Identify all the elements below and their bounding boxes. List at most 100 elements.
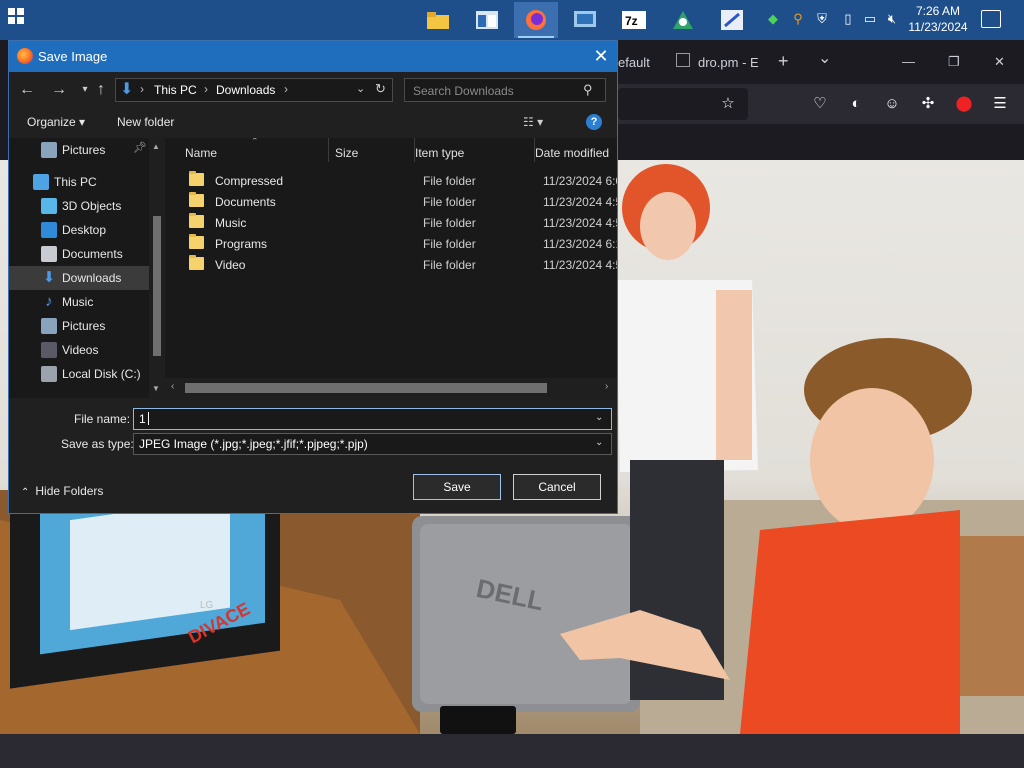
volume-muted-icon[interactable]: 🔇︎	[884, 11, 900, 27]
nav-item-this-pc[interactable]: This PC	[9, 170, 149, 194]
file-name-value: 1	[139, 412, 146, 426]
folder-icon	[189, 192, 204, 207]
nav-item-label: Local Disk (C:)	[62, 367, 141, 381]
column-header-size[interactable]: Size	[335, 138, 415, 162]
chevron-down-icon[interactable]: ⌄	[595, 437, 603, 448]
browser-tab-partial[interactable]: efault	[618, 55, 650, 70]
horizontal-scrollbar[interactable]: ‹ ›	[165, 378, 617, 398]
nav-item-videos[interactable]: Videos	[9, 338, 149, 362]
file-name-label: File name:	[74, 412, 131, 426]
column-header-date[interactable]: Date modified	[535, 138, 617, 162]
taskbar-7zip[interactable]: 7z	[612, 2, 656, 38]
tab-list-button[interactable]: ⌄	[818, 48, 831, 68]
7zip-icon: 7z	[622, 11, 646, 29]
windows-logo-icon	[8, 8, 15, 15]
account-icon[interactable]: ☺	[882, 94, 902, 114]
hide-folders-toggle[interactable]: ⌃ Hide Folders	[21, 484, 103, 498]
scroll-thumb[interactable]	[185, 383, 547, 393]
file-row[interactable]: Programs File folder 11/23/2024 6:16	[175, 233, 617, 254]
nav-item-local-disk[interactable]: Local Disk (C:)	[9, 362, 149, 386]
cancel-button[interactable]: Cancel	[513, 474, 601, 500]
ublock-icon[interactable]: ⬤	[954, 94, 974, 114]
nav-pane-scrollbar[interactable]: ▲ ▼	[149, 138, 165, 398]
new-folder-button[interactable]: New folder	[117, 115, 174, 129]
scroll-left-icon[interactable]: ‹	[171, 381, 174, 392]
taskbar-firefox[interactable]	[514, 2, 558, 38]
organize-button[interactable]: Organize ▾	[27, 115, 85, 129]
start-button[interactable]	[8, 8, 32, 32]
notification-icon[interactable]	[981, 10, 1001, 28]
dialog-close-button[interactable]: ✕	[591, 46, 611, 66]
menu-icon[interactable]: ☰	[990, 94, 1010, 114]
taskbar-app-window[interactable]	[465, 2, 509, 38]
taskbar-inkscape[interactable]	[661, 2, 705, 38]
file-type: File folder	[423, 237, 476, 251]
triangle-app-icon	[673, 11, 693, 29]
network-tray-icon[interactable]: ◆	[765, 11, 781, 27]
file-row[interactable]: Documents File folder 11/23/2024 4:55	[175, 191, 617, 212]
breadcrumb-downloads[interactable]: Downloads	[216, 83, 275, 97]
nav-item-pictures[interactable]: Pictures	[9, 314, 149, 338]
nav-item-label: Videos	[62, 343, 99, 357]
taskbar-file-explorer[interactable]	[416, 2, 460, 38]
scroll-down-icon[interactable]: ▼	[152, 384, 160, 393]
nav-item-music[interactable]: ♪ Music	[9, 290, 149, 314]
up-button[interactable]: ↑	[91, 80, 111, 100]
taskbar-remote-desktop[interactable]	[563, 2, 607, 38]
extensions-icon[interactable]: ✣	[918, 94, 938, 114]
nav-item-desktop[interactable]: Desktop	[9, 218, 149, 242]
shield-tray-icon[interactable]: ⛨	[814, 11, 830, 27]
save-as-type-label: Save as type:	[61, 437, 134, 451]
document-icon	[41, 246, 57, 262]
search-box[interactable]: Search Downloads ⚲	[404, 78, 606, 102]
window-close-button[interactable]: ✕	[994, 54, 1005, 70]
back-button[interactable]: ←	[17, 80, 37, 100]
taskbar-paint[interactable]	[710, 2, 754, 38]
search-tray-icon[interactable]: ⚲	[790, 11, 806, 27]
save-as-type-select[interactable]: JPEG Image (*.jpg;*.jpeg;*.jfif;*.pjpeg;…	[133, 433, 612, 455]
refresh-icon[interactable]: ↻	[375, 81, 386, 97]
nav-item-downloads[interactable]: ⬇ Downloads	[9, 266, 149, 290]
nav-item-3d-objects[interactable]: 3D Objects	[9, 194, 149, 218]
nav-item-documents[interactable]: Documents	[9, 242, 149, 266]
address-bar[interactable]: ⬇ › This PC › Downloads › ⌄ ↻	[115, 78, 393, 102]
save-as-type-value: JPEG Image (*.jpg;*.jpeg;*.jfif;*.pjpeg;…	[139, 437, 368, 451]
scroll-thumb[interactable]	[153, 216, 161, 356]
pocket-icon[interactable]: ♡	[810, 94, 830, 114]
bookmark-star-icon[interactable]: ☆	[718, 94, 738, 114]
file-row[interactable]: Compressed File folder 11/23/2024 6:07	[175, 170, 617, 191]
browser-tab-strip: efault dro.pm - E + ⌄ — ❐ ✕	[618, 40, 1024, 84]
forward-button[interactable]: →	[49, 80, 69, 100]
file-date: 11/23/2024 6:16	[543, 237, 617, 251]
help-icon[interactable]: ?	[586, 114, 602, 130]
usb-tray-icon[interactable]: ▯	[840, 11, 856, 27]
monitor-tray-icon[interactable]: ▭	[862, 11, 878, 27]
file-row[interactable]: Music File folder 11/23/2024 4:55	[175, 212, 617, 233]
new-tab-button[interactable]: +	[778, 51, 789, 72]
browser-tab-active[interactable]: dro.pm - E	[698, 55, 759, 70]
nav-item-pictures-pinned[interactable]: Pictures 📌︎	[9, 138, 149, 162]
folder-icon	[189, 255, 204, 270]
minimize-button[interactable]: —	[902, 54, 915, 69]
column-header-type[interactable]: Item type	[415, 138, 535, 162]
taskbar-clock[interactable]: 7:26 AM 11/23/2024	[906, 3, 970, 35]
address-dropdown-icon[interactable]: ⌄	[356, 82, 365, 95]
file-name: Music	[215, 216, 247, 230]
chevron-down-icon[interactable]: ⌄	[595, 412, 603, 423]
view-options-button[interactable]: ☷ ▾	[523, 115, 543, 129]
scroll-right-icon[interactable]: ›	[605, 381, 608, 392]
breadcrumb-this-pc[interactable]: This PC	[154, 83, 197, 97]
extension-circle-icon[interactable]: ◐	[846, 94, 866, 114]
save-button[interactable]: Save	[413, 474, 501, 500]
nav-item-label: This PC	[54, 175, 97, 189]
file-name-input[interactable]: 1 ⌄	[133, 408, 612, 430]
download-arrow-icon: ⬇	[42, 269, 56, 286]
dialog-titlebar[interactable]: Save Image ✕	[9, 41, 617, 72]
restore-button[interactable]: ❐	[948, 54, 960, 70]
folder-icon	[189, 234, 204, 249]
file-date: 11/23/2024 4:55	[543, 258, 617, 272]
column-header-name[interactable]: Name	[185, 138, 329, 162]
navigation-bar: ← → ▾ ↑ ⬇ › This PC › Downloads › ⌄ ↻ Se…	[9, 72, 617, 108]
scroll-up-icon[interactable]: ▲	[152, 142, 160, 151]
file-row[interactable]: Video File folder 11/23/2024 4:55	[175, 254, 617, 275]
